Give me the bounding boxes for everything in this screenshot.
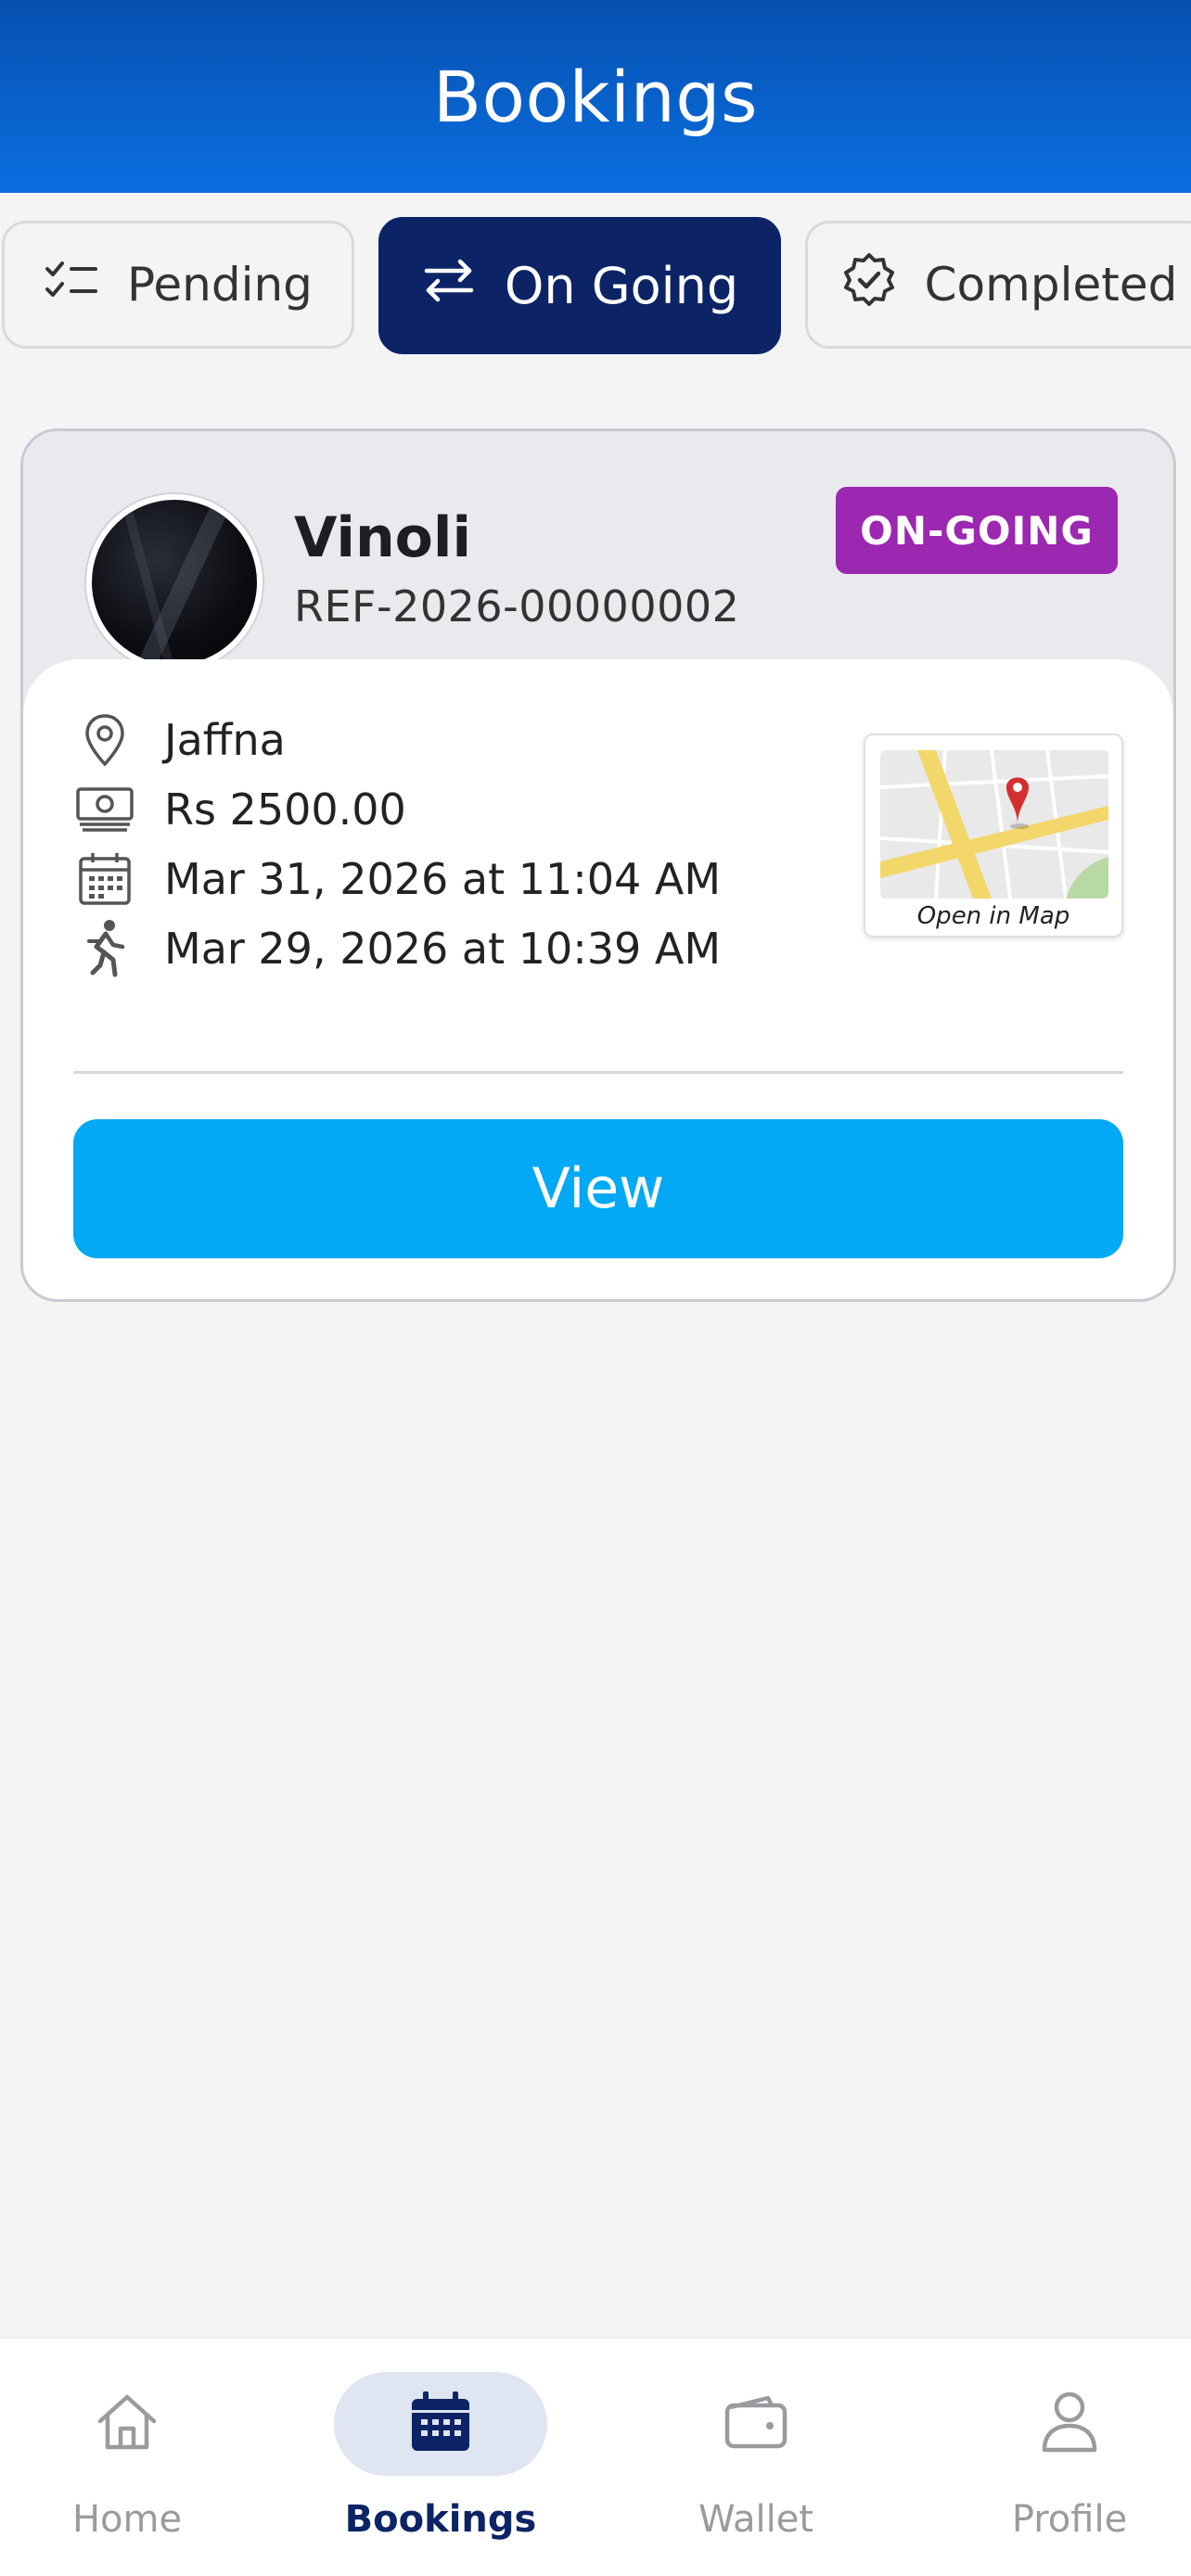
nav-item-bookings[interactable]: Bookings — [334, 2372, 547, 2557]
running-person-icon — [75, 919, 134, 978]
cash-icon — [75, 780, 134, 839]
nav-item-profile[interactable]: Profile — [963, 2372, 1176, 2557]
avatar — [86, 494, 263, 670]
scheduled-row: Mar 31, 2026 at 11:04 AM — [75, 847, 721, 912]
bottom-navigation: Home Bookings Wallet Profile — [0, 2337, 1191, 2576]
calendar-icon — [408, 2390, 473, 2458]
started-text: Mar 29, 2026 at 10:39 AM — [164, 924, 722, 974]
location-pin-icon — [75, 710, 134, 770]
booking-card-header: Vinoli REF-2026-00000002 ON-GOING — [23, 431, 1173, 670]
view-button[interactable]: View — [73, 1119, 1123, 1258]
open-in-map-button[interactable]: Open in Map — [864, 733, 1123, 937]
home-icon — [95, 2391, 160, 2456]
open-in-map-label: Open in Map — [916, 902, 1070, 930]
booking-card-body: Jaffna Rs 2500.00 Mar 31, 2026 at 11:04 … — [23, 659, 1173, 1299]
person-icon — [1039, 2391, 1100, 2457]
scheduled-text: Mar 31, 2026 at 11:04 AM — [164, 854, 722, 904]
verified-badge-icon — [841, 251, 897, 318]
calendar-icon — [75, 849, 134, 909]
wallet-icon — [724, 2394, 788, 2454]
map-thumbnail — [880, 750, 1108, 899]
page-title: Bookings — [432, 55, 759, 138]
tab-pending-label: Pending — [127, 258, 313, 312]
amount-row: Rs 2500.00 — [75, 777, 406, 842]
status-tabs: Pending On Going Completed — [0, 217, 1191, 354]
nav-item-wallet[interactable]: Wallet — [649, 2372, 863, 2557]
status-badge: ON-GOING — [836, 487, 1118, 574]
location-text: Jaffna — [164, 715, 286, 765]
nav-item-home[interactable]: Home — [20, 2372, 234, 2557]
location-row: Jaffna — [75, 708, 286, 772]
tab-completed-label: Completed — [924, 258, 1178, 312]
nav-bookings-label: Bookings — [344, 2498, 537, 2541]
divider — [73, 1071, 1123, 1074]
nav-home-label: Home — [71, 2498, 183, 2541]
checklist-icon — [44, 256, 99, 313]
customer-name: Vinoli — [294, 505, 472, 570]
tab-completed[interactable]: Completed — [805, 221, 1191, 349]
swap-arrows-icon — [421, 257, 477, 315]
nav-wallet-label: Wallet — [698, 2498, 814, 2541]
app-header: Bookings — [0, 0, 1191, 193]
tab-on-going-label: On Going — [504, 256, 739, 315]
booking-reference: REF-2026-00000002 — [294, 581, 740, 631]
nav-profile-label: Profile — [1011, 2498, 1128, 2541]
booking-card: Vinoli REF-2026-00000002 ON-GOING Jaffna — [20, 428, 1176, 1302]
amount-text: Rs 2500.00 — [164, 784, 406, 835]
started-row: Mar 29, 2026 at 10:39 AM — [75, 916, 721, 981]
tab-pending[interactable]: Pending — [2, 221, 354, 349]
tab-on-going[interactable]: On Going — [378, 217, 781, 354]
